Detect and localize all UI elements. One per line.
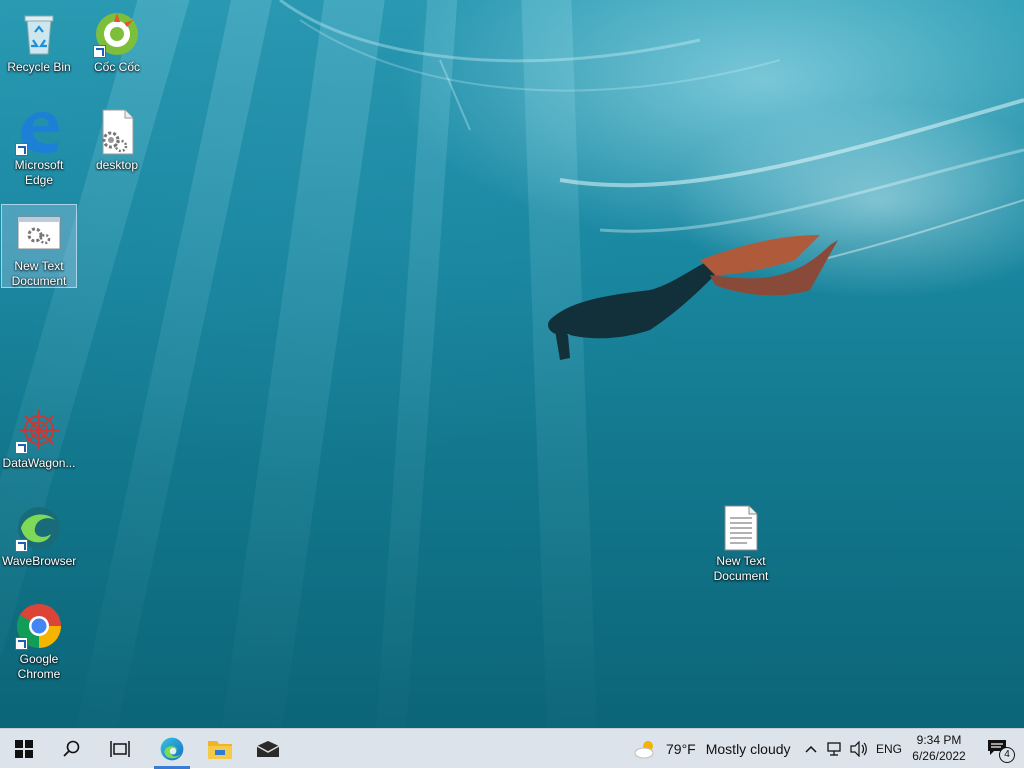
input-language-button[interactable]: ENG (876, 729, 902, 769)
taskbar-app-file-explorer[interactable] (196, 729, 244, 769)
text-file-icon (717, 504, 765, 552)
network-icon (827, 742, 841, 756)
notification-count-badge: 4 (999, 747, 1015, 763)
icon-label: New Text Document (713, 554, 769, 583)
clock-date: 6/26/2022 (912, 749, 966, 763)
wavebrowser-icon (15, 504, 63, 552)
speaker-icon (850, 741, 867, 757)
desktop-icon-google-chrome[interactable]: Google Chrome (1, 598, 77, 682)
chrome-icon (15, 602, 63, 650)
edge-icon (160, 737, 184, 761)
icon-label: desktop (95, 158, 139, 172)
chevron-up-icon (805, 745, 817, 753)
weather-widget[interactable]: 79°F Mostly cloudy (634, 729, 791, 769)
weather-condition: Mostly cloudy (705, 741, 791, 757)
coc-coc-browser-icon (93, 10, 141, 58)
show-hidden-icons-button[interactable] (800, 729, 822, 769)
datawagon-icon (15, 406, 63, 454)
action-center-button[interactable]: 4 (978, 729, 1018, 769)
settings-window-icon (15, 209, 63, 257)
icon-label: Cốc Cốc (93, 60, 140, 74)
mail-icon (256, 741, 280, 757)
network-button[interactable] (823, 729, 847, 769)
desktop-icon-new-text-document-selected[interactable]: New Text Document (1, 204, 77, 288)
windows-logo-icon (15, 740, 33, 758)
volume-button[interactable] (847, 729, 871, 769)
icon-label: Google Chrome (17, 652, 61, 681)
desktop-icon-microsoft-edge[interactable]: Microsoft Edge (1, 104, 77, 188)
desktop-wallpaper: Recycle Bin Cốc Cốc Microsoft Edge deskt… (0, 0, 1024, 728)
task-view-button[interactable] (96, 729, 144, 769)
partly-cloudy-icon (634, 741, 654, 759)
desktop-icon-wavebrowser[interactable]: WaveBrowser (1, 500, 77, 569)
icon-label: DataWagon... (2, 456, 76, 470)
desktop-icon-recycle-bin[interactable]: Recycle Bin (1, 6, 77, 75)
search-button[interactable] (48, 729, 96, 769)
language-indicator: ENG (876, 742, 903, 756)
weather-temperature: 79°F (666, 741, 696, 757)
clock-button[interactable]: 9:34 PM 6/26/2022 (904, 732, 974, 764)
search-icon (63, 740, 80, 757)
taskbar-app-edge[interactable] (148, 729, 196, 769)
icon-label: WaveBrowser (2, 554, 77, 568)
icon-label: Recycle Bin (7, 60, 71, 74)
recycle-bin-icon (15, 10, 63, 58)
desktop-icon-coc-coc[interactable]: Cốc Cốc (79, 6, 155, 75)
file-explorer-icon (208, 741, 232, 759)
desktop-icon-desktop[interactable]: desktop (79, 104, 155, 173)
diver-image (548, 235, 838, 360)
icon-label: Microsoft Edge (14, 158, 64, 187)
shortcut-arrow-icon (15, 143, 28, 156)
clock-time: 9:34 PM (916, 733, 962, 747)
shortcut-arrow-icon (15, 637, 28, 650)
taskbar-app-mail[interactable] (244, 729, 292, 769)
icon-label: New Text Document (11, 259, 67, 288)
shortcut-arrow-icon (93, 45, 106, 58)
desktop-icon-datawagon[interactable]: DataWagon... (1, 402, 77, 471)
start-button[interactable] (0, 729, 48, 769)
edge-legacy-icon (15, 108, 63, 156)
shortcut-arrow-icon (15, 539, 28, 552)
desktop-icon-new-text-document[interactable]: New Text Document (703, 500, 779, 584)
shortcut-arrow-icon (15, 441, 28, 454)
settings-file-icon (93, 108, 141, 156)
taskbar: 79°F Mostly cloudy ENG 9:34 PM 6/26/2022 (0, 728, 1024, 769)
task-view-icon (110, 741, 130, 757)
